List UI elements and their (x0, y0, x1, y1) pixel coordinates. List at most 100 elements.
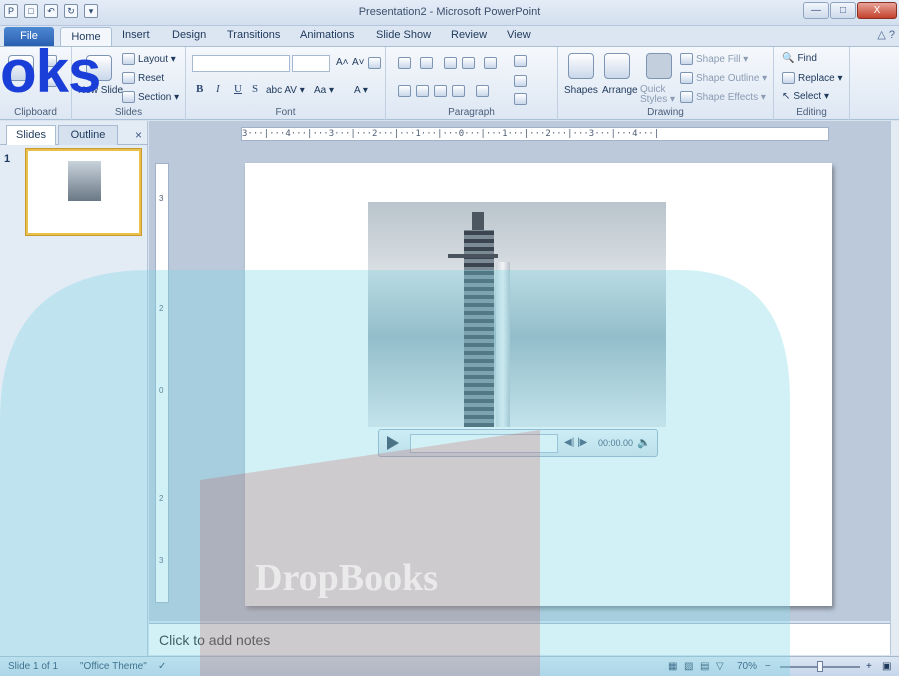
character-spacing-button[interactable]: abc AV ▾ (266, 85, 305, 96)
font-size-combo[interactable] (292, 55, 330, 72)
columns-icon[interactable] (476, 85, 489, 97)
shape-effects-button[interactable]: Shape Effects ▾ (680, 91, 766, 103)
slide-show-icon[interactable]: ▽ (716, 661, 724, 672)
arrange-button[interactable]: Arrange (602, 85, 638, 96)
step-buttons[interactable]: ◀| |▶ (564, 437, 587, 448)
window-title: Presentation2 - Microsoft PowerPoint (358, 6, 541, 18)
notes-placeholder: Click to add notes (159, 632, 271, 648)
volume-icon[interactable]: 🔈 (637, 436, 651, 449)
shadow-button[interactable]: S (252, 83, 258, 95)
quick-styles-button[interactable]: Quick Styles ▾ (640, 85, 678, 105)
replace-label: Replace ▾ (798, 72, 843, 84)
minimize-button[interactable]: — (803, 2, 829, 19)
replace-icon (782, 72, 795, 84)
section-label: Section ▾ (138, 91, 180, 103)
vertical-scrollbar[interactable] (890, 121, 899, 655)
launch-tower (464, 230, 494, 427)
quick-styles-icon[interactable] (646, 53, 672, 79)
layout-button[interactable]: Layout ▾ (122, 53, 176, 65)
notes-pane[interactable]: Click to add notes (149, 623, 890, 655)
bold-button[interactable]: B (196, 83, 203, 95)
shapes-button[interactable]: Shapes (564, 85, 598, 96)
tab-slide-show[interactable]: Slide Show (376, 29, 431, 41)
font-color-button[interactable]: A ▾ (354, 85, 368, 96)
justify-icon[interactable] (452, 85, 465, 97)
tab-home[interactable]: Home (60, 27, 112, 47)
align-right-icon[interactable] (434, 85, 447, 97)
slide-number: 1 (4, 153, 11, 165)
tab-file[interactable]: File (4, 27, 54, 46)
select-button[interactable]: ↖ Select ▾ (782, 91, 829, 102)
numbering-icon[interactable] (420, 57, 433, 69)
align-left-icon[interactable] (398, 85, 411, 97)
close-button[interactable]: X (857, 2, 897, 19)
video-frame[interactable] (368, 202, 666, 427)
arrange-icon[interactable] (604, 53, 630, 79)
clear-formatting-icon[interactable] (368, 57, 381, 69)
change-case-button[interactable]: Aa ▾ (314, 85, 334, 96)
fit-slide-icon[interactable]: ▣ (882, 661, 891, 672)
spell-check-icon[interactable]: ✓ (158, 661, 166, 672)
layout-label: Layout ▾ (138, 53, 176, 65)
maximize-button[interactable]: □ (830, 2, 856, 19)
normal-view-icon[interactable]: ▦ (668, 661, 677, 672)
grow-font-button[interactable]: A˄ (336, 57, 349, 68)
zoom-level[interactable]: 70% (737, 661, 757, 672)
tab-animations[interactable]: Animations (300, 29, 354, 41)
tower-top (472, 212, 484, 232)
shapes-icon[interactable] (568, 53, 594, 79)
paste-icon[interactable] (8, 55, 34, 81)
help-icon[interactable]: △ ? (877, 28, 895, 41)
replace-button[interactable]: Replace ▾ (782, 72, 843, 84)
align-text-icon[interactable] (514, 75, 527, 87)
increase-indent-icon[interactable] (462, 57, 475, 69)
tab-review[interactable]: Review (451, 29, 487, 41)
new-slide-button[interactable]: New Slide (78, 85, 123, 96)
play-icon[interactable] (387, 436, 399, 450)
section-button[interactable]: Section ▾ (122, 91, 179, 103)
bullets-icon[interactable] (398, 57, 411, 69)
group-font: A˄ A˅ B I U S abc AV ▾ Aa ▾ A ▾ Font (186, 47, 386, 120)
text-direction-icon[interactable] (514, 55, 527, 67)
decrease-indent-icon[interactable] (444, 57, 457, 69)
reset-label: Reset (138, 72, 165, 84)
ribbon: Clipboard New Slide Layout ▾ Reset Secti… (0, 46, 899, 120)
zoom-in-button[interactable]: + (866, 661, 872, 672)
underline-button[interactable]: U (234, 83, 242, 95)
cut-icon[interactable] (44, 55, 57, 67)
slide-canvas[interactable]: ◀| |▶ 00:00.00 🔈 (245, 163, 832, 606)
italic-button[interactable]: I (216, 83, 220, 95)
tab-insert[interactable]: Insert (122, 29, 150, 41)
window-controls: — □ X (803, 2, 897, 19)
new-slide-icon[interactable] (86, 55, 112, 81)
theme-name[interactable]: "Office Theme" (80, 661, 147, 672)
ruler-tick: 3 (159, 194, 164, 203)
tab-design[interactable]: Design (172, 29, 206, 41)
status-bar: Slide 1 of 1 "Office Theme" ✓ ▦ ▧ ▤ ▽ 70… (0, 656, 899, 676)
line-spacing-icon[interactable] (484, 57, 497, 69)
seek-bar[interactable] (410, 434, 558, 453)
tab-transitions[interactable]: Transitions (227, 29, 280, 41)
zoom-out-button[interactable]: − (765, 661, 771, 672)
ruler-tick: 3 (159, 556, 164, 565)
reading-view-icon[interactable]: ▤ (700, 661, 709, 672)
shrink-font-button[interactable]: A˅ (352, 57, 365, 68)
shape-outline-button[interactable]: Shape Outline ▾ (680, 72, 767, 84)
find-button[interactable]: 🔍 Find (782, 53, 817, 64)
align-center-icon[interactable] (416, 85, 429, 97)
vertical-ruler[interactable]: 3 2 0 2 3 (155, 163, 169, 603)
copy-icon[interactable] (44, 75, 57, 87)
close-panel-icon[interactable]: × (135, 128, 142, 142)
zoom-slider-thumb[interactable] (817, 661, 823, 672)
tab-outline[interactable]: Outline (58, 125, 118, 145)
tab-slides[interactable]: Slides (6, 125, 56, 145)
group-label-slides: Slides (114, 107, 143, 118)
slide-thumbnail[interactable] (26, 149, 141, 235)
slide-sorter-icon[interactable]: ▧ (684, 661, 693, 672)
smartart-icon[interactable] (514, 93, 527, 105)
shape-fill-button[interactable]: Shape Fill ▾ (680, 53, 748, 65)
tab-view[interactable]: View (507, 29, 531, 41)
font-name-combo[interactable] (192, 55, 290, 72)
horizontal-ruler[interactable]: 3···|···4···|···3···|···2···|···1···|···… (241, 127, 829, 141)
reset-button[interactable]: Reset (122, 72, 164, 84)
